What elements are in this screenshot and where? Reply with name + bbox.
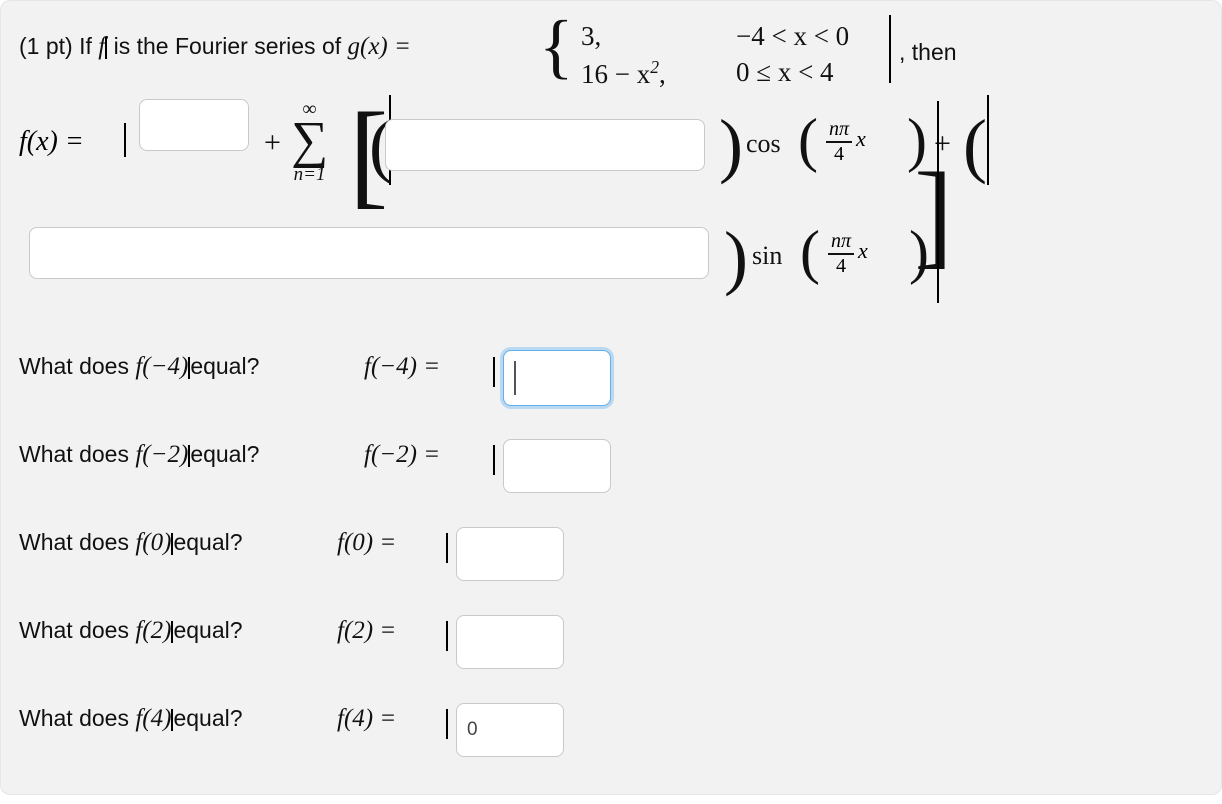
plus-sign-1: + [264,126,281,159]
question-prompt-1: What does [19,353,129,379]
n-pi-over-4-fraction-2: nπ 4 [828,230,855,277]
text-caret-3 [124,123,126,157]
question-label-1: What does f(−4)equal? [19,353,259,381]
answer-input-f-minus-4[interactable] [503,350,611,406]
question-row-f-minus-2: What does f(−2)equal? f(−2) = [19,425,1199,493]
question-tail-5: equal? [173,705,243,731]
sin-variable-x: x [858,238,868,264]
question-tail-4: equal? [173,617,243,643]
piecewise-case-2-expression: 16 − x2, [581,57,666,90]
question-arg-2: f(−2) [135,441,189,468]
question-tail-2: equal? [190,441,260,467]
question-prompt-4: What does [19,617,129,643]
bn-coefficient-input[interactable] [29,227,709,279]
eval-label-1: f(−4) = [364,352,440,381]
eval-label-5: f(4) = [337,704,396,733]
eval-label-3: f(0) = [337,528,396,557]
question-prompt-2: What does [19,441,129,467]
question-prompt-3: What does [19,529,129,555]
question-tail-1: equal? [190,353,260,379]
piecewise-case-2-domain: 0 ≤ x < 4 [736,57,834,87]
text-caret-e5 [446,709,448,739]
text-caret-e4 [446,621,448,651]
fraction-numerator: nπ [829,118,850,140]
n-pi-over-4-fraction: nπ 4 [826,118,853,165]
eval-text-3: f(0) = [337,529,397,556]
question-arg-5: f(4) [135,705,172,732]
problem-statement-text: (1 pt) If f is the Fourier series of g(x… [19,33,411,61]
piecewise-open-brace: { [539,6,574,86]
sigma-glyph: ∑ [291,112,329,169]
question-row-f-4: What does f(4)equal? f(4) = [19,689,1199,757]
question-label-3: What does f(0)equal? [19,529,243,557]
fourier-series-line-1: f(x) = + ∞ ∑ n=1 [ ( ) cos ( nπ 4 x ) + … [19,95,1209,213]
points-label: (1 pt) [19,33,73,59]
piecewise-case-2-exponent: 2 [650,57,659,77]
answer-input-f-minus-2[interactable] [503,439,611,493]
text-caret-2 [889,15,891,83]
eval-text-1: f(−4) = [364,353,441,380]
question-label-2: What does f(−2)equal? [19,441,259,469]
answer-input-f-4[interactable] [456,703,564,757]
cos-variable-x: x [856,126,866,152]
cos-term-close-paren: ) [719,105,743,185]
intro-after-f: is the Fourier series of [113,33,342,59]
a0-coefficient-input[interactable] [139,99,249,151]
eval-text-4: f(2) = [337,617,397,644]
fourier-series-line-2: ) sin ( nπ 4 x ) ] [19,101,1209,313]
sin-term-open-paren: ( [963,105,987,185]
sine-label: sin [752,241,783,270]
answer-input-f-0[interactable] [456,527,564,581]
summation-symbol: ∞ ∑ n=1 [291,99,328,184]
fraction-numerator-2: nπ [831,230,852,252]
question-label-5: What does f(4)equal? [19,705,243,733]
summation-lower-limit: n=1 [293,164,326,185]
sin-arg-open-paren: ( [800,219,820,285]
cos-arg-open-paren: ( [798,107,818,173]
problem-statement-line: (1 pt) If f is the Fourier series of g(x… [19,6,1199,93]
f-of-x-equals-label: f(x) = [19,125,84,158]
eval-label-4: f(2) = [337,616,396,645]
question-arg-3: f(0) [135,529,172,556]
text-caret-e2 [493,445,495,475]
piecewise-case-1-expression: 3, [581,21,602,51]
sin-term-close-paren: ) [724,217,748,297]
fraction-denominator: 4 [834,142,845,165]
cos-argument: nπ 4 x [822,119,866,165]
text-caret-5 [987,95,989,185]
g-of-x-label: g(x) = [347,33,411,60]
question-arg-1: f(−4) [135,353,189,380]
question-row-f-minus-4: What does f(−4)equal? f(−4) = [19,337,1199,406]
series-close-bracket: ] [914,148,954,279]
input-text-caret [514,361,516,395]
text-caret-e3 [446,533,448,563]
question-row-f-0: What does f(0)equal? f(0) = [19,513,1199,581]
question-arg-4: f(2) [135,617,172,644]
text-caret-1 [105,36,108,59]
question-tail-3: equal? [173,529,243,555]
answer-input-f-2[interactable] [456,615,564,669]
piecewise-case-2-comma: , [659,59,666,89]
eval-text-2: f(−2) = [364,441,441,468]
sin-argument: nπ 4 x [824,231,868,277]
eval-label-2: f(−2) = [364,440,440,469]
text-caret-e1 [493,357,495,387]
an-coefficient-input[interactable] [385,119,705,171]
then-label: , then [899,39,957,65]
fraction-denominator-2: 4 [836,254,847,277]
problem-panel: (1 pt) If f is the Fourier series of g(x… [0,0,1222,795]
intro-before-f: If [79,33,92,59]
f-of-x-equals-text: f(x) = [19,126,84,157]
question-label-4: What does f(2)equal? [19,617,243,645]
text-caret-6 [937,101,939,303]
question-prompt-5: What does [19,705,129,731]
piecewise-case-2-base: 16 − x [581,59,651,89]
question-row-f-2: What does f(2)equal? f(2) = [19,601,1199,669]
cosine-label: cos [746,129,781,158]
eval-text-5: f(4) = [337,705,397,732]
f-symbol: f [98,33,106,60]
piecewise-case-1-domain: −4 < x < 0 [736,21,850,51]
